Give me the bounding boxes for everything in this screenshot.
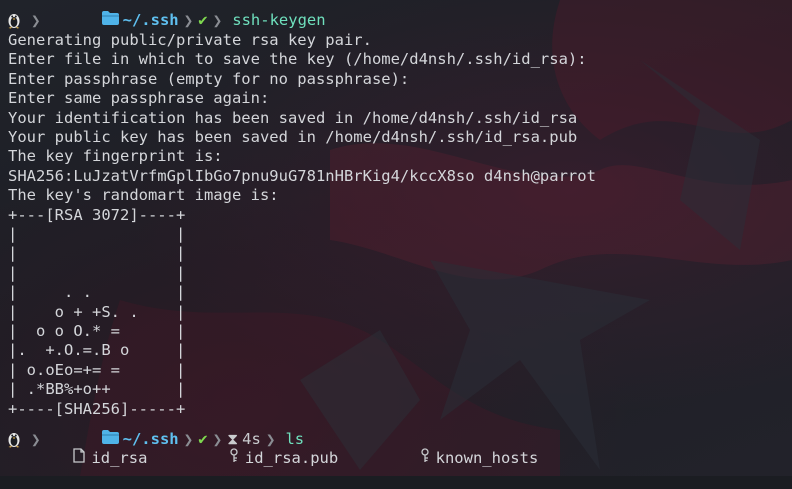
output-line: Enter passphrase (empty for no passphras…	[8, 69, 410, 88]
checkmark-icon: ✔	[198, 11, 208, 29]
chevron-right-icon: ❯	[212, 10, 223, 30]
output-line: | |	[8, 225, 186, 243]
tux-icon	[6, 11, 26, 29]
key-icon	[352, 428, 429, 489]
file-item[interactable]: known_hosts	[352, 428, 538, 489]
file-item[interactable]: id_rsa.pub	[161, 428, 338, 489]
file-icon	[6, 428, 86, 489]
output-line: Generating public/private rsa key pair.	[8, 31, 372, 49]
output-line: |. +.O.=.B o |	[8, 341, 186, 360]
output-line: Your public key has been saved in /home/…	[8, 128, 578, 146]
file-name: id_rsa	[91, 449, 148, 467]
command-text: ssh-keygen	[232, 11, 326, 29]
output-line: SHA256:LuJzatVrfmGplIbGo7pnu9uG781nHBrKi…	[8, 166, 596, 185]
prompt-line: ❯ ~/.ssh ❯ ✔ ❯ ssh-keygen	[6, 9, 326, 31]
terminal-window[interactable]: ❯ ~/.ssh ❯ ✔ ❯ ssh-keygen Generating pub…	[0, 0, 792, 476]
chevron-right-icon: ❯	[31, 10, 41, 30]
output-line: The key's randomart image is:	[8, 186, 279, 205]
file-listing: id_rsa id_rsa.pub known_hosts	[6, 447, 552, 468]
file-name: known_hosts	[435, 449, 539, 467]
output-line: | o.oEo=+= = |	[8, 360, 186, 379]
key-icon	[161, 428, 238, 489]
output-line: | o o O.* = |	[8, 322, 186, 340]
output-line: +---[RSA 3072]----+	[8, 205, 186, 224]
file-name: id_rsa.pub	[244, 449, 339, 467]
file-item[interactable]: id_rsa	[6, 428, 147, 489]
chevron-right-icon: ❯	[183, 10, 194, 30]
output-line: Your identification has been saved in /h…	[8, 108, 578, 127]
output-line: | o + +S. . |	[8, 302, 186, 321]
output-line: | . . |	[8, 283, 186, 302]
current-path: ~/.ssh	[122, 11, 179, 29]
output-line: | .*BB%+o++ |	[8, 380, 186, 399]
output-line: | |	[8, 244, 186, 263]
output-line: Enter file in which to save the key (/ho…	[8, 50, 587, 69]
output-line: | |	[8, 263, 186, 282]
output-line: The key fingerprint is:	[8, 147, 223, 166]
output-line: Enter same passphrase again:	[8, 89, 270, 108]
